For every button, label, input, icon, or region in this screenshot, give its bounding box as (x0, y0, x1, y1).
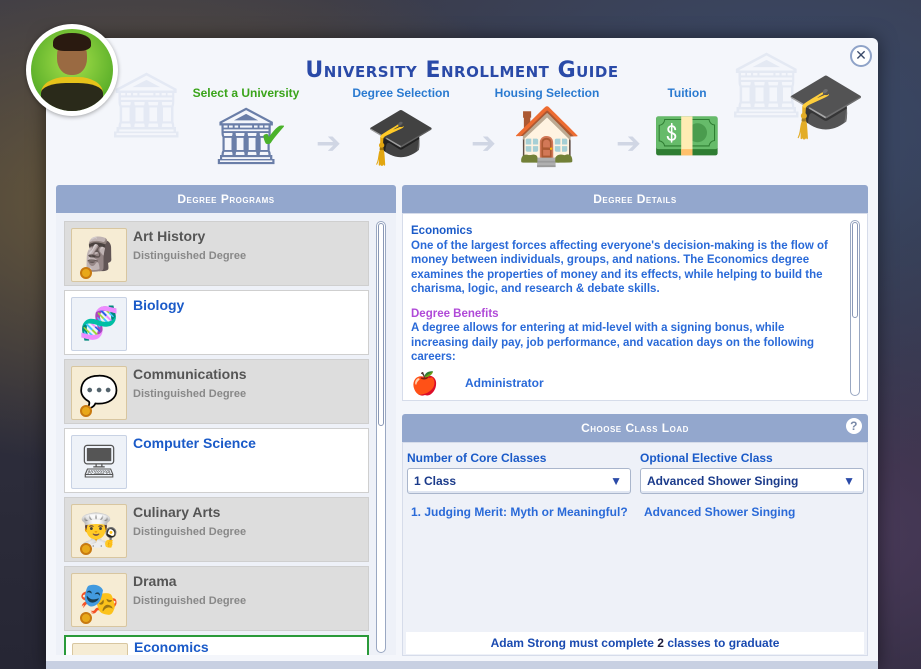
scrollbar-thumb[interactable] (852, 222, 858, 318)
core-classes-label: Number of Core Classes (407, 451, 547, 465)
degree-item-culinary-arts[interactable]: 👨‍🍳 Culinary Arts Distinguished Degree (64, 497, 369, 562)
close-button[interactable]: ✕ (850, 45, 872, 67)
step-tuition[interactable]: Tuition 💵 (627, 86, 747, 170)
arrow-right-icon: ➔ (316, 127, 342, 160)
step-label: Tuition (667, 86, 707, 100)
degree-item-economics[interactable]: 💵 Economics (64, 635, 369, 655)
distinguished-ribbon-icon (80, 612, 92, 624)
step-label: Select a University (192, 86, 300, 100)
graduation-requirement-note: Adam Strong must complete 2 classes to g… (406, 632, 864, 654)
degree-name: Communications (133, 366, 247, 382)
class-load-panel: Number of Core Classes 1 Class ▼ Optiona… (402, 442, 868, 656)
footer-prefix: Adam Strong must complete (490, 636, 658, 650)
avatar-body (41, 77, 103, 111)
speech-bubbles-icon: 💬 (71, 366, 127, 420)
degree-subtitle: Distinguished Degree (133, 595, 247, 607)
dropdown-arrow-icon: ▼ (843, 474, 855, 488)
career-label: Administrator (465, 376, 544, 391)
graduation-cap-icon: 🎓 (366, 104, 436, 167)
degree-name: Culinary Arts (133, 504, 221, 520)
degree-item-biology[interactable]: 🧬 Biology (64, 290, 369, 355)
degree-description: One of the largest forces affecting ever… (411, 239, 828, 296)
apple-icon: 🍎 (411, 370, 439, 396)
money-icon: 💵 (72, 643, 128, 655)
degree-name: Biology (133, 297, 185, 313)
degree-item-communications[interactable]: 💬 Communications Distinguished Degree (64, 359, 369, 424)
distinguished-ribbon-icon (80, 267, 92, 279)
career-item: 🍎 Administrator (411, 369, 841, 399)
details-scrollbar[interactable] (850, 220, 860, 396)
dropdown-arrow-icon: ▼ (610, 474, 622, 488)
step-label: Housing Selection (494, 86, 600, 100)
avatar-portrait (31, 29, 113, 111)
distinguished-ribbon-icon (80, 405, 92, 417)
chef-hat-icon: 👨‍🍳 (71, 504, 127, 558)
degree-item-computer-science[interactable]: 🖥 Computer Science (64, 428, 369, 493)
statue-icon: 🗿 (71, 228, 127, 282)
elective-class-item: Advanced Shower Singing (644, 505, 796, 519)
degree-subtitle: Distinguished Degree (133, 388, 247, 400)
house-icon: 🏠 (512, 104, 582, 167)
university-building-icon: 🏛 ✔ (186, 102, 306, 170)
sim-avatar[interactable] (26, 24, 118, 116)
core-classes-dropdown[interactable]: 1 Class ▼ (407, 468, 631, 494)
dna-icon: 🧬 (71, 297, 127, 351)
help-icon[interactable]: ? (846, 418, 862, 434)
degree-name: Computer Science (133, 435, 256, 451)
page-title: University Enrollment Guide (305, 58, 619, 83)
step-degree-selection[interactable]: Degree Selection 🎓 (341, 86, 461, 170)
step-select-university[interactable]: Select a University 🏛 ✔ (186, 86, 306, 170)
degree-name: Art History (133, 228, 206, 244)
progress-steps: Select a University 🏛 ✔ ➔ Degree Selectio… (186, 86, 746, 176)
degree-item-art-history[interactable]: 🗿 Art History Distinguished Degree (64, 221, 369, 286)
computer-icon: 🖥 (71, 435, 127, 489)
degree-benefits-text: A degree allows for entering at mid-leve… (411, 322, 815, 363)
distinguished-ribbon-icon (80, 543, 92, 555)
dropdown-value: 1 Class (414, 474, 457, 488)
degree-name: Economics (134, 639, 209, 655)
class-load-header: Choose Class Load ? (402, 414, 868, 442)
degree-programs-header: Degree Programs (56, 185, 396, 213)
degree-programs-list: 🗿 Art History Distinguished Degree 🧬 Bio… (56, 213, 396, 655)
degree-item-drama[interactable]: 🎭 Drama Distinguished Degree (64, 566, 369, 631)
degree-subtitle: Distinguished Degree (133, 526, 247, 538)
degree-list-scrollbar[interactable] (376, 221, 386, 653)
degree-details-header: Degree Details (402, 185, 868, 213)
step-label: Degree Selection (352, 86, 450, 100)
dropdown-value: Advanced Shower Singing (647, 474, 799, 488)
degree-subtitle: Distinguished Degree (133, 250, 247, 262)
enrollment-dialog: 🏛 🏛 🎓 University Enrollment Guide ✕ Sele… (46, 38, 878, 669)
footer-count: 2 (657, 636, 664, 650)
core-class-item: 1. Judging Merit: Myth or Meaningful? (411, 505, 628, 519)
degree-details-panel: Economics One of the largest forces affe… (402, 213, 868, 401)
degree-name: Drama (133, 573, 177, 589)
elective-class-dropdown[interactable]: Advanced Shower Singing ▼ (640, 468, 864, 494)
scrollbar-thumb[interactable] (378, 223, 384, 426)
checkmark-icon: ✔ (259, 117, 289, 155)
elective-class-label: Optional Elective Class (640, 451, 773, 465)
class-load-title: Choose Class Load (581, 421, 689, 435)
degree-benefits-title: Degree Benefits (411, 307, 499, 320)
theater-masks-icon: 🎭 (71, 573, 127, 627)
step-housing-selection[interactable]: Housing Selection 🏠 (487, 86, 607, 170)
avatar-hair (53, 33, 91, 51)
degree-details-title: Economics (411, 225, 473, 237)
dialog-bottom-bar (46, 661, 878, 669)
money-icon: 💵 (652, 104, 722, 167)
footer-suffix: classes to graduate (663, 636, 780, 650)
